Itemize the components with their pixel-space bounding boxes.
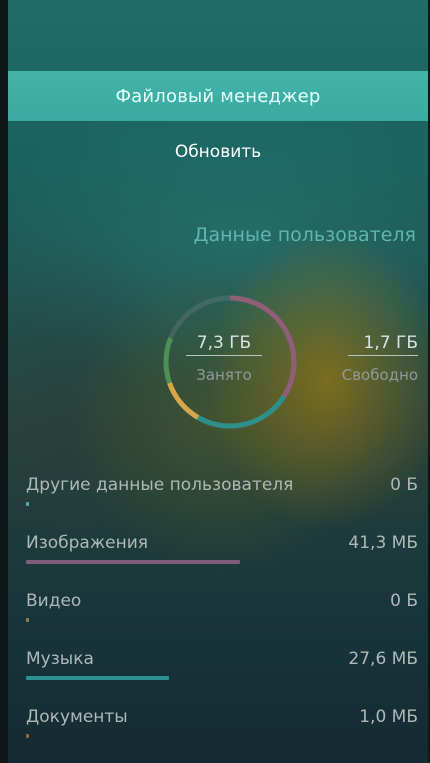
category-size: 27,6 МБ — [348, 649, 418, 669]
category-usage-fill — [26, 560, 240, 564]
storage-ring — [163, 295, 297, 429]
category-video[interactable]: Видео 0 Б — [26, 591, 418, 639]
category-size: 0 Б — [390, 591, 418, 611]
category-name: Изображения — [26, 533, 149, 553]
category-music[interactable]: Музыка 27,6 МБ — [26, 649, 418, 697]
app-header: Файловый менеджер — [8, 71, 428, 121]
category-usage-bar — [26, 618, 418, 622]
free-storage-label: Свободно — [341, 366, 418, 384]
category-name: Другие данные пользователя — [26, 475, 294, 495]
refresh-button[interactable]: Обновить — [8, 132, 428, 172]
category-name: Видео — [26, 591, 82, 611]
category-usage-fill — [26, 502, 29, 506]
category-usage-fill — [26, 676, 170, 680]
category-usage-bar — [26, 502, 418, 506]
category-name: Музыка — [26, 649, 94, 669]
header-title: Файловый менеджер — [115, 85, 321, 107]
category-images[interactable]: Изображения 41,3 МБ — [26, 533, 418, 581]
category-size: 41,3 МБ — [348, 533, 418, 553]
used-storage-label: Занято — [196, 366, 252, 384]
category-other-user-data[interactable]: Другие данные пользователя 0 Б — [26, 475, 418, 523]
category-usage-bar — [26, 734, 418, 738]
category-usage-bar — [26, 676, 418, 680]
used-storage-value: 7,3 ГБ — [186, 333, 262, 356]
category-size: 1,0 МБ — [359, 707, 418, 727]
category-size: 0 Б — [390, 475, 418, 495]
category-usage-fill — [26, 734, 29, 738]
category-usage-fill — [26, 618, 29, 622]
free-storage-value: 1,7 ГБ — [348, 333, 418, 356]
section-title: Данные пользователя — [193, 224, 416, 246]
category-usage-bar — [26, 560, 418, 564]
category-name: Документы — [26, 707, 128, 727]
file-manager-screen: Файловый менеджер Обновить Данные пользо… — [8, 0, 428, 763]
category-documents[interactable]: Документы 1,0 МБ — [26, 707, 418, 755]
